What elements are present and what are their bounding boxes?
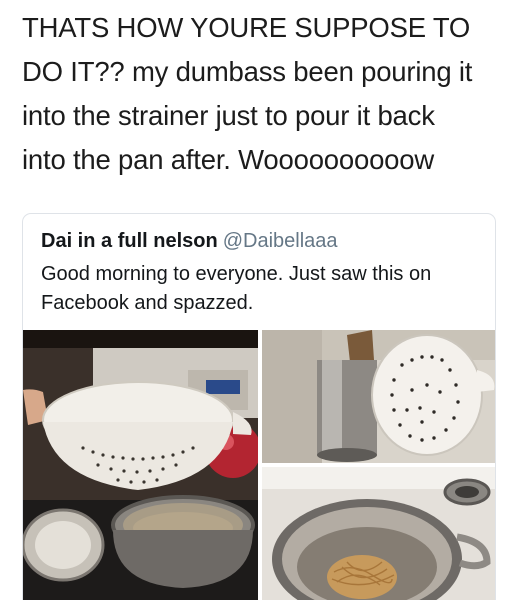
quoted-tweet-line: Good morning to everyone. Just saw this … [41, 263, 432, 285]
author-name[interactable]: Dai in a full nelson [41, 230, 218, 252]
tweet-line: THATS HOW YOURE SUPPOSE TO [22, 12, 471, 43]
media-grid [23, 330, 495, 600]
tweet-text: THATS HOW YOURE SUPPOSE TO DO IT?? my du… [22, 6, 512, 182]
quoted-tweet-line: Facebook and spazzed. [41, 292, 254, 314]
tweet-line: DO IT?? my dumbass been pouring it [22, 56, 473, 87]
photo-drained-spaghetti-in-pot[interactable] [262, 467, 495, 600]
tweet-line: into the strainer just to pour it back [22, 100, 435, 131]
photo-pot-with-colander-lid[interactable] [262, 330, 495, 463]
quoted-tweet-card[interactable]: Dai in a full nelson @Daibellaaa Good mor… [22, 213, 496, 600]
author-handle[interactable]: @Daibellaaa [223, 230, 338, 252]
tweet-line: into the pan after. Woooooooooow [22, 144, 435, 175]
quoted-tweet-text: Good morning to everyone. Just saw this … [41, 260, 481, 318]
photo-colander-over-pot[interactable] [23, 330, 258, 600]
quoted-tweet-header: Dai in a full nelson @Daibellaaa [41, 228, 338, 254]
